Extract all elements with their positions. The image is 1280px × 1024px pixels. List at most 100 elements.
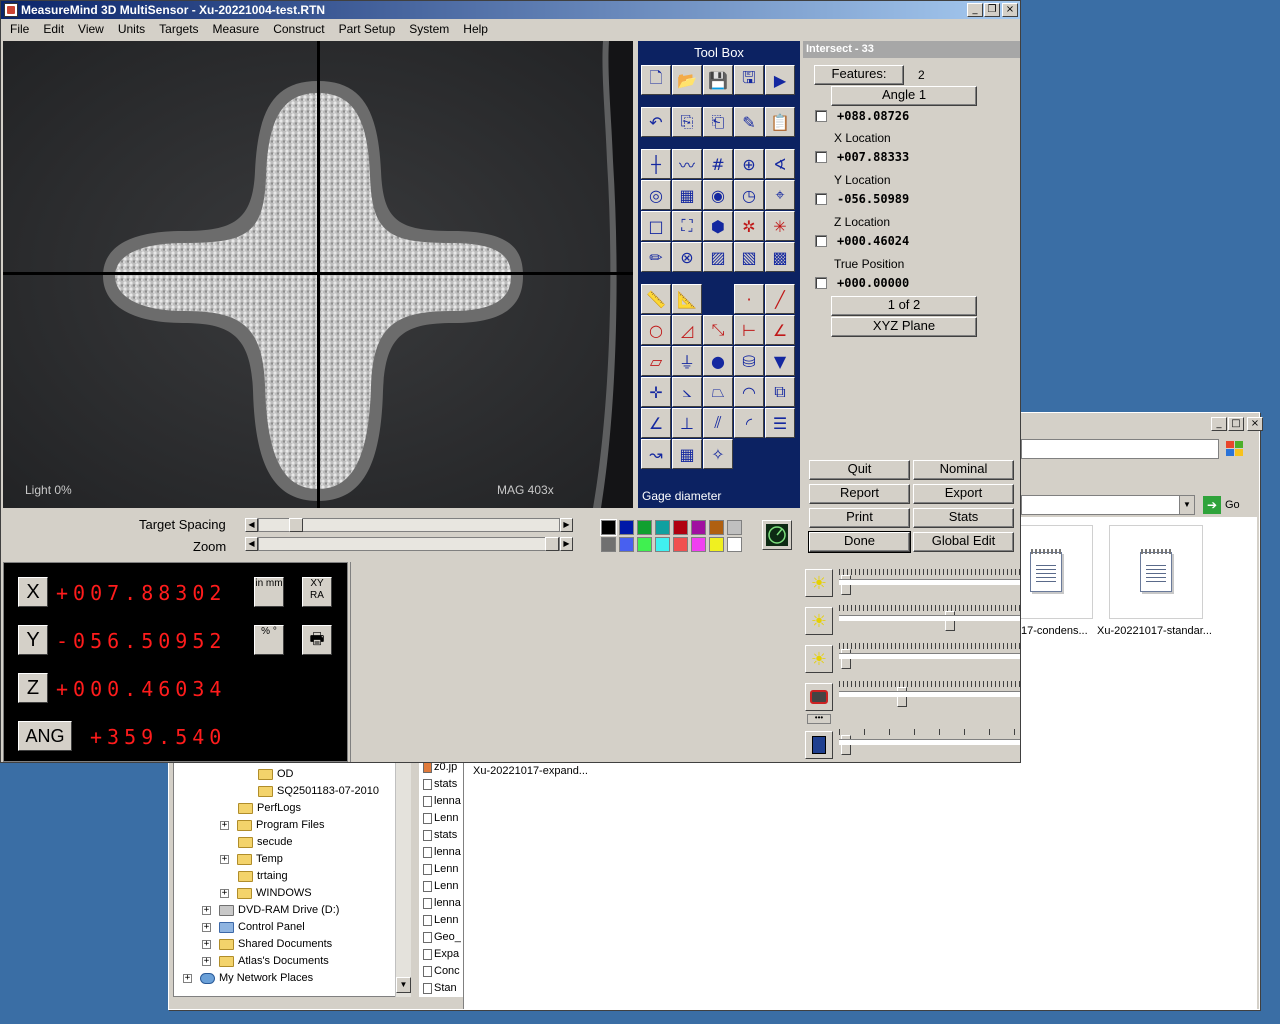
asterisk-target-icon[interactable]: ✳ [765, 211, 795, 241]
curve-icon[interactable]: ◜ [734, 408, 764, 438]
angle-construct-icon[interactable]: ∠ [641, 408, 671, 438]
tree-item[interactable]: + Temp [220, 851, 283, 868]
menu-system[interactable]: System [402, 22, 456, 36]
intersect-icon[interactable]: ✛ [641, 377, 671, 407]
menu-view[interactable]: View [71, 22, 111, 36]
ring-light-button[interactable]: ☀ [805, 645, 833, 673]
list-item[interactable]: Lenn [423, 912, 458, 929]
open-folder-icon[interactable]: 📂 [672, 65, 702, 95]
clipboard-icon[interactable]: 📋 [765, 107, 795, 137]
menu-construct[interactable]: Construct [266, 22, 331, 36]
list-item[interactable]: Lenn [423, 861, 458, 878]
rings-target-icon[interactable]: ◉ [703, 180, 733, 210]
expand-icon[interactable]: + [220, 854, 229, 864]
angle-button[interactable]: Angle 1 [831, 86, 977, 106]
crosshair-target-icon[interactable]: ┼ [641, 149, 671, 179]
color-swatch-black[interactable] [600, 519, 617, 536]
go-button[interactable]: ➔ Go [1203, 495, 1257, 515]
units-toggle-button[interactable]: in mm [254, 577, 284, 607]
auto-focus-button[interactable] [762, 520, 792, 550]
slider-thumb[interactable] [897, 687, 907, 707]
color-swatch-green[interactable] [637, 520, 652, 535]
menu-edit[interactable]: Edit [36, 22, 71, 36]
projection-icon[interactable]: ⏢ [703, 377, 733, 407]
slider-thumb[interactable] [289, 518, 303, 532]
slider-thumb[interactable] [841, 735, 851, 755]
arc-icon[interactable]: ◿ [672, 315, 702, 345]
slider-thumb[interactable] [841, 649, 851, 669]
color-swatch-gray[interactable] [601, 537, 616, 552]
page-button[interactable]: 1 of 2 [831, 296, 977, 316]
tree-item[interactable]: + DVD-RAM Drive (D:) [202, 902, 339, 919]
torus-icon[interactable]: ◠ [734, 377, 764, 407]
export-button[interactable]: Export [913, 484, 1014, 504]
image-compare-icon[interactable]: ▩ [765, 242, 795, 272]
gage-ruler-icon[interactable]: 📏 [641, 284, 671, 314]
angle-target-icon[interactable]: ∢ [765, 149, 795, 179]
slider-thumb[interactable] [545, 537, 559, 551]
coordinate-toggle-button[interactable]: XY RA [302, 577, 332, 607]
tree-item[interactable]: + Shared Documents [202, 936, 332, 953]
gage-diameter-icon[interactable]: 📐 [672, 284, 702, 314]
y-axis-button[interactable]: Y [18, 625, 48, 655]
width-icon[interactable]: ⊢ [734, 315, 764, 345]
image-capture-icon[interactable]: ▧ [734, 242, 764, 272]
list-item[interactable]: lenna [423, 895, 461, 912]
expand-icon[interactable]: + [183, 973, 192, 983]
corner-target-icon[interactable]: ⛶ [672, 211, 702, 241]
edge-target-icon[interactable]: 〰 [672, 149, 702, 179]
ring-light-slider[interactable] [839, 643, 1020, 669]
scroll-down-icon[interactable]: ▼ [396, 977, 411, 993]
pencil-icon[interactable]: ✏ [641, 242, 671, 272]
angle-axis-button[interactable]: ANG [18, 721, 72, 751]
paste-feature-icon[interactable]: ⎗ [703, 107, 733, 137]
color-swatch-brown[interactable] [709, 520, 724, 535]
scroll-left-icon[interactable]: ◀ [245, 518, 258, 532]
tree-item[interactable]: + Atlas's Documents [202, 953, 329, 970]
slider-thumb[interactable] [945, 611, 955, 631]
camera-slider[interactable] [839, 729, 1020, 755]
more-options-icon[interactable]: ••• [807, 714, 831, 724]
sphere-icon[interactable]: ● [703, 346, 733, 376]
surface-light-button[interactable]: ☀ [805, 607, 833, 635]
grid-target-icon[interactable]: # [703, 149, 733, 179]
restore-icon[interactable]: ❐ [984, 3, 1000, 17]
zoom-slider[interactable] [258, 537, 560, 551]
camera-view[interactable]: Light 0% MAG 403x [3, 41, 633, 508]
expand-icon[interactable]: + [202, 905, 211, 915]
calculator-icon[interactable]: ▦ [672, 439, 702, 469]
color-swatch-teal[interactable] [655, 520, 670, 535]
save-icon[interactable]: 💾 [703, 65, 733, 95]
cylinder-icon[interactable]: ⛁ [734, 346, 764, 376]
z-axis-button[interactable]: Z [18, 673, 48, 703]
address-dropdown-icon[interactable]: ▼ [1179, 495, 1195, 515]
tree-scrollbar[interactable]: ▼ [395, 759, 411, 997]
scroll-left-icon[interactable]: ◀ [245, 537, 258, 551]
stats-button[interactable]: Stats [913, 508, 1014, 528]
square-crosshair-icon[interactable]: ⌖ [765, 180, 795, 210]
tree-item[interactable]: SQ2501183-07-2010 [258, 783, 379, 800]
undo-icon[interactable]: ↶ [641, 107, 671, 137]
menu-measure[interactable]: Measure [206, 22, 267, 36]
color-swatch-cyan[interactable] [655, 537, 670, 552]
app-icon[interactable] [4, 3, 18, 17]
done-button[interactable]: Done [808, 531, 911, 553]
tree-item[interactable]: + My Network Places [183, 970, 313, 987]
tree-item[interactable]: + WINDOWS [220, 885, 312, 902]
color-swatch-blue[interactable] [619, 537, 634, 552]
backlight-button[interactable]: ☀ [805, 569, 833, 597]
new-file-icon[interactable]: 🗋 [641, 65, 671, 95]
row-checkbox[interactable] [815, 235, 827, 247]
arc-target-icon[interactable]: ◷ [734, 180, 764, 210]
expand-icon[interactable]: + [220, 888, 229, 898]
cone-icon[interactable]: ▼ [765, 346, 795, 376]
list-item[interactable]: Lenn [423, 810, 458, 827]
maximize-icon[interactable]: □ [1228, 417, 1244, 431]
circle-crosshair-icon[interactable]: ⊕ [734, 149, 764, 179]
star-target-icon[interactable]: ✲ [734, 211, 764, 241]
plane-icon[interactable]: ▱ [641, 346, 671, 376]
list-item[interactable]: Conc [423, 963, 460, 980]
row-checkbox[interactable] [815, 151, 827, 163]
construct-angle-icon[interactable]: ⦣ [672, 377, 702, 407]
color-swatch-white[interactable] [727, 537, 742, 552]
